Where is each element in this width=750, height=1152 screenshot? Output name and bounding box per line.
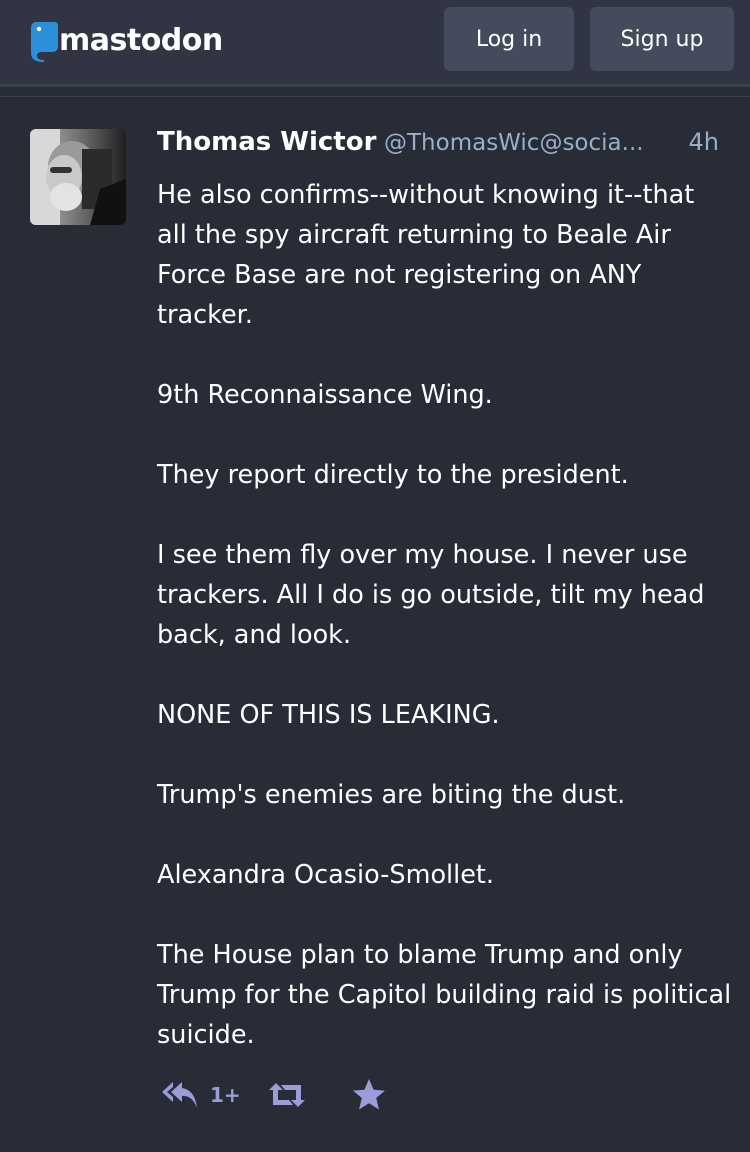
avatar-image — [30, 129, 126, 225]
status-action-bar: 1+ — [160, 1075, 387, 1115]
reply-button[interactable]: 1+ — [160, 1078, 241, 1112]
paragraph: The House plan to blame Trump and only T… — [157, 940, 732, 1050]
favourite-button[interactable] — [351, 1078, 387, 1112]
paragraph: NONE OF THIS IS LEAKING. — [157, 700, 500, 730]
mastodon-logo-icon — [31, 22, 58, 62]
paragraph: They report directly to the president. — [157, 460, 629, 490]
top-bar: mastodon Log in Sign up — [0, 0, 750, 87]
paragraph: Alexandra Ocasio-Smollet. — [157, 860, 495, 890]
logo-text: mastodon — [59, 23, 223, 58]
reply-count: 1+ — [210, 1083, 241, 1107]
mastodon-logo[interactable]: mastodon — [28, 20, 223, 62]
avatar[interactable] — [30, 129, 126, 225]
status-content: He also confirms--without knowing it--th… — [157, 175, 732, 1055]
boost-icon — [268, 1083, 305, 1107]
boost-button[interactable] — [267, 1080, 307, 1110]
star-icon — [352, 1079, 385, 1110]
sign-up-button[interactable]: Sign up — [590, 7, 734, 71]
status-post: Thomas Wictor @ThomasWic@socia... 4h He … — [0, 96, 750, 1152]
display-name[interactable]: Thomas Wictor — [157, 127, 376, 157]
paragraph: I see them fly over my house. I never us… — [157, 540, 705, 650]
paragraph: 9th Reconnaissance Wing. — [157, 380, 493, 410]
paragraph: Trump's enemies are biting the dust. — [157, 780, 626, 810]
timestamp[interactable]: 4h — [689, 128, 719, 156]
paragraph: He also confirms--without knowing it--th… — [157, 180, 695, 330]
reply-all-icon — [162, 1082, 197, 1108]
log-in-button[interactable]: Log in — [444, 7, 574, 71]
account-handle[interactable]: @ThomasWic@socia... — [384, 130, 670, 156]
